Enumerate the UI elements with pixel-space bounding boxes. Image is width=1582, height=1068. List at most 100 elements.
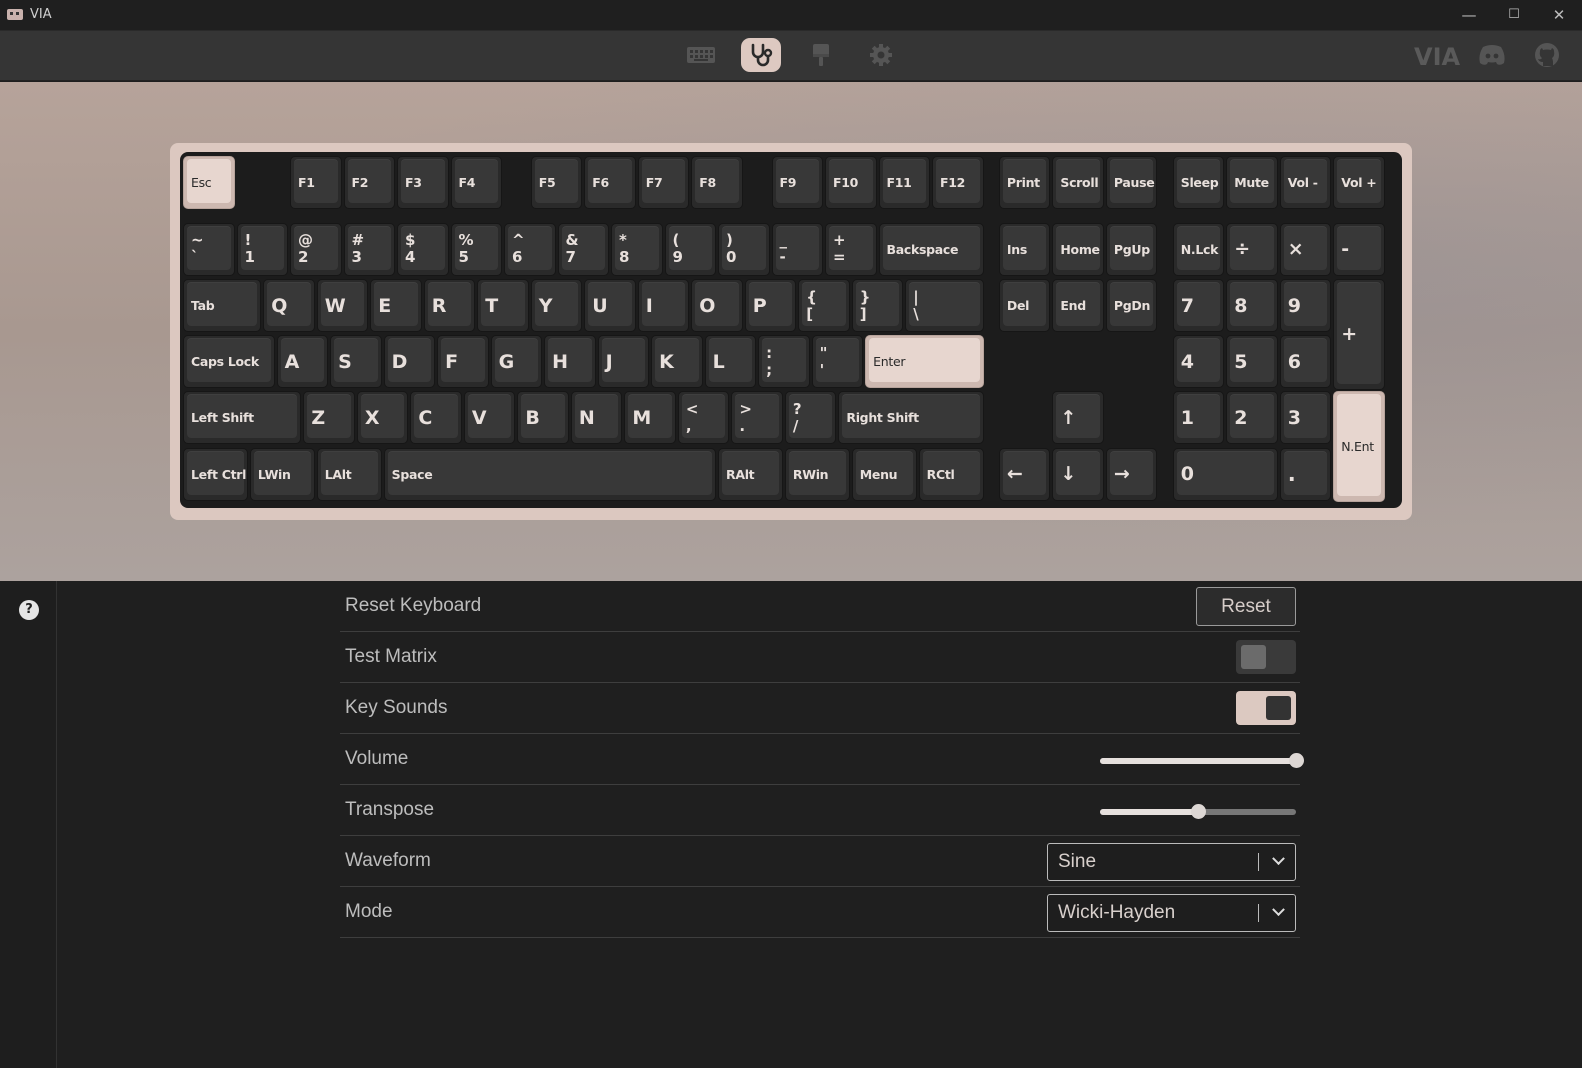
key-w[interactable]: W — [316, 279, 369, 333]
key-3[interactable]: 3 — [1279, 391, 1332, 445]
key-d[interactable]: D — [383, 335, 436, 389]
test-matrix-toggle[interactable] — [1236, 640, 1296, 674]
key-p[interactable]: P — [744, 279, 797, 333]
key-sym104[interactable]: ↓ — [1052, 447, 1104, 501]
key-l[interactable]: L — [704, 335, 757, 389]
key-sym20[interactable]: ~ ` — [183, 222, 235, 276]
key-pause[interactable]: Pause — [1105, 156, 1158, 209]
key-9[interactable]: (9 — [664, 222, 716, 276]
key-j[interactable]: J — [597, 335, 650, 389]
key-m[interactable]: M — [624, 391, 676, 445]
key-sym39[interactable]: × — [1279, 222, 1332, 276]
key-sym105[interactable]: → — [1105, 447, 1158, 501]
key-sym72[interactable]: :; — [758, 335, 810, 389]
slider-thumb[interactable] — [1191, 804, 1206, 819]
reset-button[interactable]: Reset — [1196, 587, 1296, 626]
key-rwin[interactable]: RWin — [784, 447, 850, 501]
key-z[interactable]: Z — [303, 391, 355, 445]
key-sym40[interactable]: - — [1333, 222, 1385, 276]
key-enter[interactable]: Enter — [865, 335, 984, 389]
maximize-button[interactable]: ☐ — [1499, 4, 1529, 26]
key-1[interactable]: 1 — [1172, 391, 1225, 445]
transpose-slider[interactable] — [1100, 804, 1296, 819]
key-sym86[interactable]: <, — [677, 391, 730, 445]
key-f1[interactable]: F1 — [290, 156, 342, 209]
key-u[interactable]: U — [584, 279, 636, 333]
key-sleep[interactable]: Sleep — [1172, 156, 1225, 209]
key-mute[interactable]: Mute — [1226, 156, 1278, 209]
key-f4[interactable]: F4 — [450, 156, 502, 209]
key-i[interactable]: I — [637, 279, 690, 333]
key-f7[interactable]: F7 — [637, 156, 690, 209]
key-sym53[interactable]: }] — [851, 279, 904, 333]
key-a[interactable]: A — [276, 335, 329, 389]
key-f9[interactable]: F9 — [771, 156, 823, 209]
key-home[interactable]: Home — [1052, 222, 1104, 276]
key-left-ctrl[interactable]: Left Ctrl — [183, 447, 248, 501]
key-sym103[interactable]: ← — [998, 447, 1051, 501]
key-caps-lock[interactable]: Caps Lock — [183, 335, 275, 389]
key-c[interactable]: C — [410, 391, 462, 445]
key-9[interactable]: 9 — [1279, 279, 1332, 333]
waveform-select[interactable]: Sine — [1047, 843, 1296, 881]
key-backspace[interactable]: Backspace — [878, 222, 984, 276]
key-2[interactable]: @2 — [290, 222, 342, 276]
key-o[interactable]: O — [691, 279, 743, 333]
key-g[interactable]: G — [490, 335, 543, 389]
key-f8[interactable]: F8 — [691, 156, 743, 209]
key-0[interactable]: ) 0 — [718, 222, 770, 276]
key-1[interactable]: ! 1 — [236, 222, 288, 276]
key-q[interactable]: Q — [263, 279, 315, 333]
key-scroll[interactable]: Scroll — [1052, 156, 1104, 209]
key-space[interactable]: Space — [383, 447, 716, 501]
key-ins[interactable]: Ins — [998, 222, 1051, 276]
key-vol[interactable]: Vol + — [1333, 156, 1385, 209]
key-3[interactable]: #3 — [343, 222, 395, 276]
key-n-ent[interactable]: N.Ent — [1333, 391, 1385, 503]
key-del[interactable]: Del — [998, 279, 1051, 333]
key-f3[interactable]: F3 — [397, 156, 449, 209]
key-x[interactable]: X — [356, 391, 409, 445]
key-f11[interactable]: F11 — [878, 156, 930, 209]
key-esc[interactable]: Esc — [183, 156, 235, 209]
key-sounds-toggle[interactable] — [1236, 691, 1296, 725]
key-f2[interactable]: F2 — [343, 156, 395, 209]
key-n[interactable]: N — [570, 391, 623, 445]
nav-design-button[interactable] — [801, 38, 841, 72]
key-tab[interactable]: Tab — [183, 279, 262, 333]
key-5[interactable]: % 5 — [450, 222, 502, 276]
nav-settings-button[interactable] — [861, 38, 901, 72]
key-4[interactable]: $4 — [397, 222, 449, 276]
nav-test-button[interactable] — [741, 38, 781, 72]
key-print[interactable]: Print — [998, 156, 1051, 209]
key-7[interactable]: & 7 — [557, 222, 609, 276]
key-menu[interactable]: Menu — [851, 447, 917, 501]
key-f10[interactable]: F10 — [825, 156, 877, 209]
help-icon[interactable]: ? — [19, 600, 39, 620]
key-sym32[interactable]: + = — [825, 222, 877, 276]
key-v[interactable]: V — [463, 391, 516, 445]
key-f[interactable]: F — [437, 335, 489, 389]
key-pgup[interactable]: PgUp — [1105, 222, 1158, 276]
key-5[interactable]: 5 — [1226, 335, 1278, 389]
key-vol[interactable]: Vol - — [1279, 156, 1332, 209]
minimize-button[interactable]: — — [1454, 4, 1484, 26]
key-h[interactable]: H — [544, 335, 596, 389]
key-sym107[interactable]: . — [1279, 447, 1332, 501]
discord-link[interactable] — [1472, 38, 1512, 72]
key-pgdn[interactable]: PgDn — [1105, 279, 1158, 333]
close-button[interactable]: ✕ — [1544, 4, 1574, 26]
nav-configure-button[interactable] — [681, 38, 721, 72]
key-sym52[interactable]: {[ — [798, 279, 850, 333]
key-sym61[interactable]: + — [1333, 279, 1385, 390]
key-t[interactable]: T — [477, 279, 529, 333]
key-b[interactable]: B — [517, 391, 569, 445]
key-sym73[interactable]: " ' — [811, 335, 864, 389]
key-sym54[interactable]: | \ — [905, 279, 984, 333]
key-k[interactable]: K — [651, 335, 703, 389]
key-e[interactable]: E — [370, 279, 422, 333]
via-logo[interactable]: VIA — [1414, 43, 1460, 71]
key-left-shift[interactable]: Left Shift — [183, 391, 302, 445]
key-n-lck[interactable]: N.Lck — [1172, 222, 1225, 276]
key-sym38[interactable]: ÷ — [1226, 222, 1278, 276]
